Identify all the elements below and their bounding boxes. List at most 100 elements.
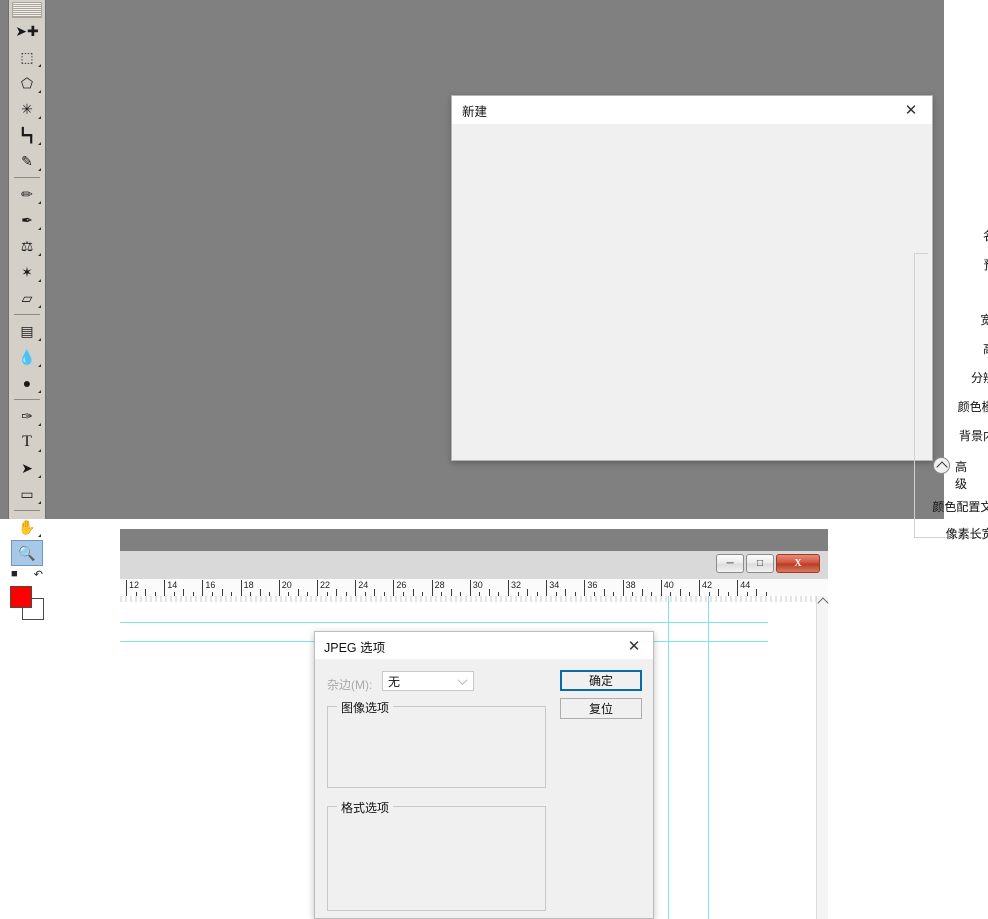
ruler-label: 28 — [435, 580, 445, 590]
tool-expand-triangle — [38, 501, 41, 504]
marquee-tool[interactable]: ⬚ — [11, 44, 43, 70]
ruler-label: 12 — [129, 580, 139, 590]
background-label: 背景内容(C): — [947, 427, 988, 444]
guide-horizontal[interactable] — [120, 622, 768, 623]
advanced-collapse-icon[interactable] — [933, 457, 950, 474]
width-label: 宽度(W): — [955, 311, 988, 328]
ruler-label: 42 — [702, 580, 712, 590]
name-label: 名称(N): — [975, 227, 988, 244]
ruler-label: 34 — [549, 580, 559, 590]
blur-tool[interactable]: 💧 — [11, 344, 43, 370]
lasso-tool[interactable]: ⬠ — [11, 70, 43, 96]
ruler-major-tick — [584, 580, 585, 596]
tool-expand-triangle — [38, 475, 41, 478]
ruler-minor-tick — [222, 589, 223, 596]
window-controls[interactable]: ─ □ X — [714, 554, 820, 573]
history-brush-tool[interactable]: ✶ — [11, 259, 43, 285]
dialog-titlebar[interactable]: 新建 ✕ — [452, 96, 932, 124]
maximize-button[interactable]: □ — [746, 554, 774, 573]
ruler-major-tick — [470, 580, 471, 596]
pen-tool[interactable]: ✑ — [11, 403, 43, 429]
shape-tool[interactable]: ▭ — [11, 481, 43, 507]
ruler-label: 40 — [664, 580, 674, 590]
format-options-legend: 格式选项 — [337, 799, 393, 816]
dialog-titlebar[interactable]: JPEG 选项 ✕ — [315, 632, 653, 659]
close-button[interactable]: X — [776, 554, 820, 573]
vertical-scrollbar[interactable] — [816, 596, 828, 919]
format-options-fieldset: 格式选项 — [327, 806, 546, 911]
tool-expand-triangle — [38, 338, 41, 341]
foreground-color-swatch[interactable] — [10, 586, 32, 608]
clone-stamp-tool[interactable]: ⚖ — [11, 233, 43, 259]
lasso-icon: ⬠ — [21, 75, 33, 92]
reset-button[interactable]: 复位 — [560, 698, 642, 719]
window-title-strip — [120, 529, 828, 551]
close-icon[interactable]: ✕ — [890, 96, 932, 123]
path-selection-tool[interactable]: ➤ — [11, 455, 43, 481]
eraser-tool[interactable]: ▱ — [11, 285, 43, 311]
dodge-tool[interactable]: ● — [11, 370, 43, 396]
ruler-major-tick — [508, 580, 509, 596]
window-menu-strip: ─ □ X — [120, 551, 828, 580]
ruler-minor-tick — [756, 589, 757, 596]
ruler-major-tick — [661, 580, 662, 596]
gradient-tool[interactable]: ▤ — [11, 318, 43, 344]
ruler-minor-tick — [680, 589, 681, 596]
ruler-minor-tick — [451, 589, 452, 596]
scroll-up-icon[interactable] — [817, 597, 828, 608]
type-icon: T — [22, 433, 32, 451]
dialog-title: JPEG 选项 — [324, 637, 385, 656]
eyedropper-tool[interactable]: ✎ — [11, 148, 43, 174]
guide-vertical[interactable] — [668, 596, 669, 919]
ruler-minor-tick — [604, 589, 605, 596]
tool-expand-triangle — [38, 116, 41, 119]
tool-expand-triangle — [38, 168, 41, 171]
rounded-rect-icon: ▭ — [20, 486, 33, 503]
chevron-down-icon — [459, 678, 467, 683]
tools-palette[interactable]: ➤✚ ⬚ ⬠ ✳ ┗┓ ✎ ✏ ✒ ⚖ ✶ ▱ ▤ 💧 ● ✑ T ➤ ▭ ✋ … — [8, 0, 46, 519]
ruler-major-tick — [241, 580, 242, 596]
brush-tool[interactable]: ✒ — [11, 207, 43, 233]
magic-wand-tool[interactable]: ✳ — [11, 96, 43, 122]
ruler-minor-tick — [642, 589, 643, 596]
magic-wand-icon: ✳ — [21, 101, 33, 118]
name-row: 名称(N): — [975, 227, 988, 244]
ok-button[interactable]: 确定 — [560, 670, 642, 691]
color-profile-label: 颜色配置文件(O): — [925, 498, 988, 515]
dialog-title: 新建 — [462, 101, 487, 120]
eraser-icon: ▱ — [22, 290, 33, 307]
tool-expand-triangle — [38, 201, 41, 204]
blur-drop-icon: 💧 — [18, 349, 35, 366]
horizontal-ruler[interactable]: 1214161820222426283032343638404244 — [120, 579, 828, 597]
ruler-label: 44 — [740, 580, 750, 590]
tool-expand-triangle — [38, 534, 41, 537]
ruler-label: 32 — [511, 580, 521, 590]
minimize-button[interactable]: ─ — [716, 554, 744, 573]
jpeg-options-dialog: JPEG 选项 ✕ 杂边(M): 无 图像选项 品质(Q): 12 最佳 小文件… — [314, 631, 654, 919]
gradient-icon: ▤ — [20, 323, 33, 340]
palette-grip[interactable] — [12, 2, 42, 18]
ruler-label: 24 — [358, 580, 368, 590]
type-tool[interactable]: T — [11, 429, 43, 455]
tool-expand-triangle — [38, 90, 41, 93]
ruler-label: 30 — [473, 580, 483, 590]
toolbar-divider — [14, 177, 40, 178]
clone-stamp-icon: ⚖ — [21, 238, 34, 255]
zoom-tool[interactable]: 🔍 — [11, 540, 43, 566]
ruler-label: 16 — [205, 580, 215, 590]
default-colors-icon[interactable]: ■ — [11, 568, 18, 580]
color-swatches[interactable] — [10, 586, 44, 620]
healing-brush-tool[interactable]: ✏ — [11, 181, 43, 207]
move-tool[interactable]: ➤✚ — [11, 18, 43, 44]
close-icon[interactable]: ✕ — [615, 632, 653, 659]
guide-vertical[interactable] — [708, 596, 709, 919]
ruler-major-tick — [202, 580, 203, 596]
tool-expand-triangle — [38, 449, 41, 452]
eyedropper-icon: ✎ — [21, 153, 33, 170]
matte-select: 无 — [382, 671, 474, 691]
ruler-major-tick — [737, 580, 738, 596]
crop-tool[interactable]: ┗┓ — [11, 122, 43, 148]
swap-colors-row[interactable]: ■ ↶ — [10, 568, 44, 582]
hand-tool[interactable]: ✋ — [11, 514, 43, 540]
swap-colors-icon[interactable]: ↶ — [34, 568, 43, 581]
